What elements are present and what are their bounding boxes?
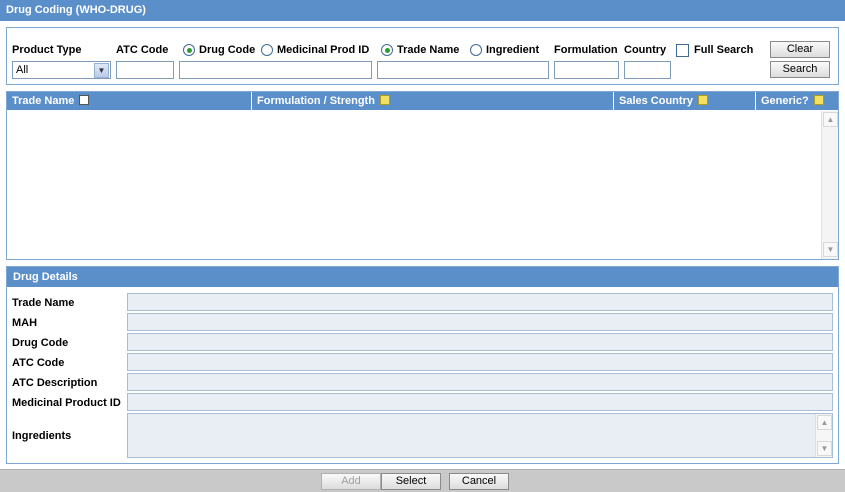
sort-icon[interactable] — [380, 95, 391, 106]
chevron-down-icon[interactable]: ▼ — [94, 63, 109, 78]
column-label: Trade Name — [12, 95, 75, 107]
medicinal-product-id-field — [127, 393, 833, 411]
formulation-input[interactable] — [554, 61, 619, 79]
product-type-label: Product Type — [12, 44, 82, 56]
ingredients-scrollbar[interactable]: ▲ ▼ — [815, 414, 832, 457]
atc-code-detail-label: ATC Code — [12, 357, 65, 369]
ingredient-radio-label[interactable]: Ingredient — [486, 43, 539, 57]
trade-name-label: Trade Name — [12, 297, 75, 309]
column-header-generic[interactable]: Generic? — [756, 92, 838, 110]
mah-label: MAH — [12, 317, 38, 329]
sort-icon[interactable] — [698, 95, 709, 106]
cancel-button[interactable]: Cancel — [449, 473, 509, 490]
column-header-sales-country[interactable]: Sales Country — [614, 92, 756, 110]
code-input[interactable] — [179, 61, 372, 79]
product-type-value: All — [16, 64, 29, 76]
column-label: Sales Country — [619, 95, 693, 107]
drug-code-label: Drug Code — [12, 337, 69, 349]
results-scrollbar[interactable]: ▲ ▼ — [821, 111, 838, 259]
drug-code-radio-label[interactable]: Drug Code — [199, 43, 255, 57]
drug-code-radio[interactable] — [183, 44, 195, 56]
clear-button[interactable]: Clear — [770, 41, 830, 58]
scroll-down-icon[interactable]: ▼ — [817, 441, 832, 456]
add-button[interactable]: Add — [321, 473, 381, 490]
expand-box-icon[interactable] — [79, 95, 90, 106]
medicinal-product-id-label: Medicinal Product ID — [12, 397, 121, 409]
search-button[interactable]: Search — [770, 61, 830, 78]
drug-code-field — [127, 333, 833, 351]
atc-code-input[interactable] — [116, 61, 174, 79]
full-search-label[interactable]: Full Search — [694, 43, 753, 57]
scroll-up-icon[interactable]: ▲ — [823, 112, 838, 127]
ingredient-radio[interactable] — [470, 44, 482, 56]
column-header-formulation-strength[interactable]: Formulation / Strength — [252, 92, 614, 110]
full-search-checkbox[interactable] — [676, 44, 689, 57]
window-title: Drug Coding (WHO-DRUG) — [0, 0, 845, 21]
results-grid-header: Trade Name Formulation / Strength Sales … — [7, 92, 838, 110]
sort-icon[interactable] — [813, 95, 824, 106]
mah-field — [127, 313, 833, 331]
product-type-select[interactable]: All ▼ — [12, 61, 111, 79]
ingredients-field — [127, 413, 833, 458]
scroll-down-icon[interactable]: ▼ — [823, 242, 838, 257]
column-label: Formulation / Strength — [257, 95, 375, 107]
atc-code-field — [127, 353, 833, 371]
trade-name-field — [127, 293, 833, 311]
trade-name-radio[interactable] — [381, 44, 393, 56]
select-button[interactable]: Select — [381, 473, 441, 490]
trade-name-radio-label[interactable]: Trade Name — [397, 43, 459, 57]
atc-description-label: ATC Description — [12, 377, 98, 389]
name-input[interactable] — [377, 61, 549, 79]
column-label: Generic? — [761, 95, 809, 107]
results-grid — [6, 91, 839, 260]
drug-details-header: Drug Details — [7, 267, 838, 287]
country-input[interactable] — [624, 61, 671, 79]
scroll-up-icon[interactable]: ▲ — [817, 415, 832, 430]
medicinal-prod-id-radio[interactable] — [261, 44, 273, 56]
ingredients-label: Ingredients — [12, 430, 72, 442]
medicinal-prod-id-radio-label[interactable]: Medicinal Prod ID — [277, 43, 369, 57]
atc-code-label: ATC Code — [116, 44, 169, 56]
atc-description-field — [127, 373, 833, 391]
column-header-trade-name[interactable]: Trade Name — [7, 92, 252, 110]
formulation-label: Formulation — [554, 44, 618, 56]
country-label: Country — [624, 44, 667, 56]
